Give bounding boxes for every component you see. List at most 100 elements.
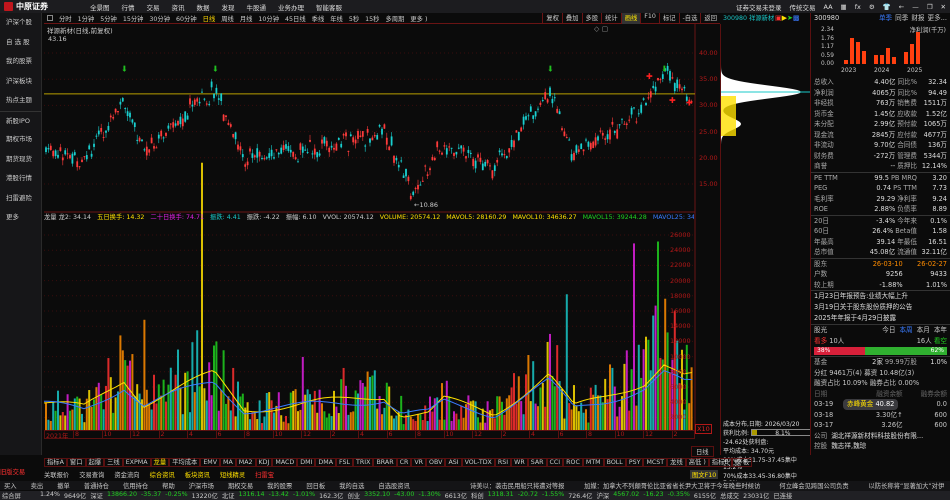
action-button[interactable]: 自选股资讯	[378, 481, 409, 490]
indicator-tab[interactable]: KDJ	[255, 458, 273, 467]
combo-screen[interactable]: 综合屏	[2, 491, 21, 500]
indicator-tab[interactable]: 窗口	[66, 458, 86, 467]
vote-tab[interactable]: 本年	[934, 325, 947, 336]
sidebar-item[interactable]: 期货现货	[0, 150, 41, 170]
menu-item[interactable]: 全景图	[90, 2, 110, 12]
indicator-tab[interactable]: 指标A	[44, 458, 67, 467]
link-tab[interactable]: 扫雷宝	[255, 470, 274, 479]
action-button[interactable]: 帮助	[162, 481, 175, 490]
skin-icon[interactable]: 👕	[883, 3, 891, 11]
tool-button[interactable]: 返回	[700, 13, 720, 24]
zoom-x10[interactable]: X10	[695, 424, 712, 434]
layout-icon[interactable]: ▦	[841, 3, 847, 11]
action-button[interactable]: 撤单	[57, 481, 70, 490]
quote-popup[interactable]: 赤峰黄金 40.82	[843, 399, 899, 410]
sidebar-item[interactable]: 港股行情	[0, 169, 41, 189]
sidebar-item[interactable]: 我的股票	[0, 52, 41, 72]
menu-item[interactable]: 发现	[222, 2, 235, 12]
indicator-tab[interactable]: 龙线	[667, 458, 686, 467]
indicator-tab[interactable]: EMV	[200, 458, 221, 467]
indicator-tab[interactable]: EXPMA	[122, 458, 151, 467]
action-button[interactable]: 信用持仓	[123, 481, 148, 490]
period-tab[interactable]: 年线	[330, 14, 343, 23]
sidebar-item[interactable]: 沪深个股	[0, 13, 41, 33]
indicator-tab[interactable]: MA	[220, 458, 236, 467]
indicator-tab[interactable]: MCST	[643, 458, 668, 467]
flag-icons[interactable]: ▣▶➤▩	[775, 14, 800, 22]
link-tab[interactable]: 交易查询	[79, 470, 104, 479]
menu-item[interactable]: 智能客服	[316, 2, 342, 12]
period-tab[interactable]: 日线	[203, 14, 216, 23]
font-size-icon[interactable]: AA	[823, 3, 832, 11]
gear-icon[interactable]: ⚙	[869, 3, 875, 11]
minimize-icon[interactable]: —	[912, 3, 919, 11]
period-tab[interactable]: 45日线	[285, 14, 306, 23]
tool-button[interactable]: F10	[640, 13, 659, 24]
link-tab[interactable]: 短线精灵	[220, 470, 245, 479]
indicator-tab[interactable]: VOL-TDX	[461, 458, 495, 467]
toggle-icon[interactable]	[47, 15, 53, 21]
period-tab[interactable]: 15分钟	[123, 14, 144, 23]
tool-button[interactable]: 统计	[601, 13, 621, 24]
indicator-tab[interactable]: DMA	[315, 458, 337, 467]
login-status[interactable]: 证券交易未登录	[736, 2, 782, 12]
indicator-tab[interactable]: MACD	[272, 458, 298, 467]
report-tab[interactable]: 同季	[895, 13, 908, 24]
buy-button[interactable]: 买入	[4, 481, 17, 490]
sidebar-item[interactable]: 新股IPO	[0, 110, 41, 131]
restore-icon[interactable]: ❐	[927, 3, 933, 11]
link-tab[interactable]: 综合资讯	[150, 470, 175, 479]
indicator-tab[interactable]: 高低 )	[685, 458, 709, 467]
report-tab[interactable]: 财报	[911, 13, 924, 24]
classic-trade-link[interactable]: 传统交易	[789, 2, 815, 12]
indicator-tab[interactable]: MA2	[235, 458, 256, 467]
sidebar-item[interactable]: 更多	[0, 208, 41, 228]
indicator-tab[interactable]: 模 板	[731, 458, 753, 467]
report-tab[interactable]: 单季	[879, 13, 892, 24]
back-icon[interactable]: ←	[899, 3, 904, 11]
link-tab[interactable]: 板块资讯	[185, 470, 210, 479]
tool-button[interactable]: 复权	[542, 13, 562, 24]
f10-button[interactable]: 图文F10	[690, 470, 719, 479]
vote-tab[interactable]: 今日	[882, 325, 895, 336]
menu-item[interactable]: 业务办理	[278, 2, 304, 12]
indicator-tab[interactable]: CCI	[546, 458, 564, 467]
tool-button[interactable]: 画线	[620, 13, 641, 24]
menu-item[interactable]: 数据	[197, 2, 210, 12]
indicator-tab[interactable]: 指标B	[708, 458, 732, 467]
period-tab[interactable]: 更多 )	[410, 14, 427, 23]
period-tab[interactable]: 5秒	[349, 14, 359, 23]
sidebar-item[interactable]: 热点主题	[0, 91, 41, 111]
indicator-tab[interactable]: PSY	[625, 458, 644, 467]
indicator-tab[interactable]: SAR	[527, 458, 547, 467]
indicator-tab[interactable]: FSL	[336, 458, 354, 467]
action-button[interactable]: 普通持仓	[84, 481, 109, 490]
indicator-tab[interactable]: BRAR	[373, 458, 397, 467]
indicator-tab[interactable]: VR	[411, 458, 427, 467]
action-button[interactable]: 卖出	[31, 481, 44, 490]
tool-button[interactable]: 多股	[581, 13, 602, 24]
link-tab[interactable]: 资金流向	[114, 470, 139, 479]
sidebar-item[interactable]: 扫雷避险	[0, 189, 41, 209]
tool-button[interactable]: 叠加	[561, 13, 582, 24]
report-tab[interactable]: 更多...	[928, 13, 947, 24]
period-tab[interactable]: 周线	[221, 14, 234, 23]
menu-item[interactable]: 牛股通	[247, 2, 267, 12]
period-tab[interactable]: 60分钟	[176, 14, 197, 23]
period-tab[interactable]: 30分钟	[149, 14, 170, 23]
period-tab[interactable]: 季线	[312, 14, 325, 23]
menu-item[interactable]: 行情	[122, 2, 135, 12]
news-link[interactable]: 1月23日年报预告:业绩大幅上升	[811, 291, 950, 302]
indicator-tab[interactable]: ROC	[563, 458, 583, 467]
indicator-tab[interactable]: BOLL	[603, 458, 626, 467]
tool-button[interactable]: -自选	[678, 13, 701, 24]
period-tab[interactable]: 多周期	[385, 14, 404, 23]
indicator-tab[interactable]: ASI	[445, 458, 462, 467]
action-button[interactable]: 我的股票	[267, 481, 292, 490]
indicator-tab[interactable]: MTM	[582, 458, 604, 467]
tool-button[interactable]: 标记	[658, 13, 679, 24]
period-tab[interactable]: 分时	[59, 14, 72, 23]
action-button[interactable]: 回日板	[306, 481, 325, 490]
news-link[interactable]: 3月19日关于股东股份质押的公告	[811, 302, 950, 313]
indicator-tab[interactable]: 起爆	[85, 458, 105, 467]
